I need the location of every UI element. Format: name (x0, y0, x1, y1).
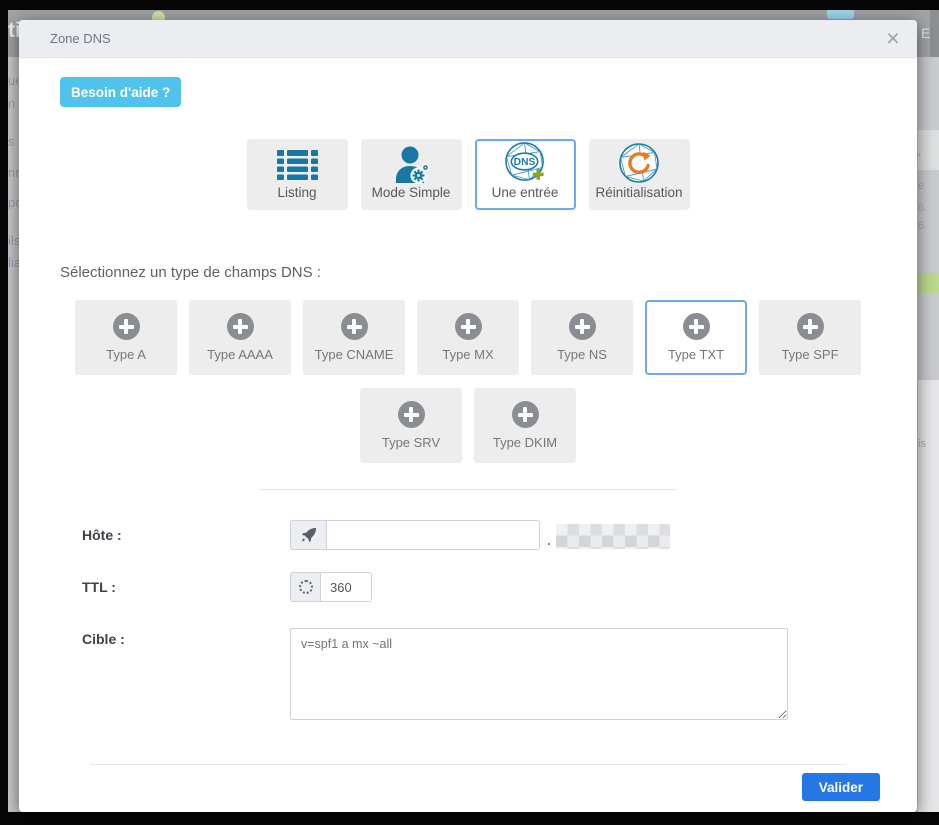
type-buttons-row-1: Type A Type AAAA Type CNAME Type MX Type… (19, 300, 917, 375)
type-button-cname[interactable]: Type CNAME (303, 300, 405, 375)
type-button-label: Type MX (442, 347, 493, 362)
zone-dns-modal: Zone DNS × Besoin d'aide ? List (19, 20, 917, 812)
plus-circle-icon (683, 313, 710, 340)
background-text-fragment: 6. (918, 202, 927, 214)
target-label: Cible : (82, 631, 125, 647)
plus-circle-icon (341, 313, 368, 340)
globe-refresh-icon (617, 137, 661, 185)
table-icon (277, 141, 318, 185)
tab-label: Réinitialisation (595, 185, 682, 200)
type-button-spf[interactable]: Type SPF (759, 300, 861, 375)
type-button-label: Type DKIM (493, 435, 557, 450)
background-text-fragment: e (918, 180, 924, 192)
type-button-a[interactable]: Type A (75, 300, 177, 375)
section-divider (259, 489, 677, 490)
type-button-label: Type CNAME (315, 347, 394, 362)
plus-circle-icon (797, 313, 824, 340)
plus-circle-icon (512, 401, 539, 428)
type-button-ns[interactable]: Type NS (531, 300, 633, 375)
tab-listing[interactable]: Listing (247, 139, 348, 210)
type-button-mx[interactable]: Type MX (417, 300, 519, 375)
plus-circle-icon (569, 313, 596, 340)
tab-mode-simple[interactable]: Mode Simple (361, 139, 462, 210)
dns-add-icon: DNS (503, 136, 548, 185)
tab-label: Mode Simple (372, 185, 451, 200)
plus-circle-icon (227, 313, 254, 340)
user-gear-icon (391, 141, 431, 185)
ttl-label: TTL : (82, 579, 116, 595)
background-header-button-fragment (827, 10, 854, 19)
background-header-text-fragment: E (921, 25, 930, 41)
background-content-row (918, 130, 939, 170)
close-icon[interactable]: × (879, 23, 907, 53)
screen: tis E ue n C s F nn po ils lia , e 6. 6.… (0, 0, 939, 825)
tab-une-entree[interactable]: DNS Une entrée (475, 139, 576, 210)
dns-icon-text: DNS (513, 157, 535, 168)
footer-divider (90, 764, 847, 765)
type-button-aaaa[interactable]: Type AAAA (189, 300, 291, 375)
tab-label: Une entrée (492, 185, 559, 200)
plus-circle-icon (398, 401, 425, 428)
modal-header: Zone DNS × (19, 20, 917, 58)
type-button-label: Type AAAA (207, 347, 273, 362)
ttl-clock-icon (290, 572, 320, 602)
plus-circle-icon (455, 313, 482, 340)
host-input-group (290, 520, 540, 550)
background-green-badge-fragment (918, 273, 939, 293)
type-button-label: Type SRV (382, 435, 440, 450)
redacted-domain (556, 524, 670, 549)
type-button-label: Type TXT (668, 347, 724, 362)
type-button-txt[interactable]: Type TXT (645, 300, 747, 375)
mode-tabs: Listing (19, 139, 917, 210)
tab-reinitialisation[interactable]: Réinitialisation (589, 139, 690, 210)
target-textarea[interactable]: v=spf1 a mx ~all (290, 628, 788, 720)
host-domain-separator: . (547, 533, 551, 548)
ttl-input[interactable] (320, 572, 372, 602)
submit-button[interactable]: Valider (802, 773, 880, 801)
tab-label: Listing (277, 185, 316, 200)
type-button-label: Type NS (557, 347, 607, 362)
modal-title: Zone DNS (50, 31, 111, 46)
type-button-label: Type A (106, 347, 146, 362)
ttl-input-group (290, 572, 372, 602)
type-button-srv[interactable]: Type SRV (360, 388, 462, 463)
type-button-dkim[interactable]: Type DKIM (474, 388, 576, 463)
type-button-label: Type SPF (781, 347, 838, 362)
background-text-fragment: , (918, 146, 921, 158)
type-section-label: Sélectionnez un type de champs DNS : (60, 264, 321, 281)
rocket-icon (290, 520, 326, 550)
background-text-fragment: is (918, 438, 926, 450)
host-input[interactable] (326, 520, 540, 550)
background-header-block (930, 10, 939, 57)
type-buttons-row-2: Type SRV Type DKIM (19, 388, 917, 463)
host-label: Hôte : (82, 527, 122, 543)
help-button[interactable]: Besoin d'aide ? (60, 77, 181, 107)
background-text-fragment: 6. (918, 220, 927, 232)
plus-circle-icon (113, 313, 140, 340)
